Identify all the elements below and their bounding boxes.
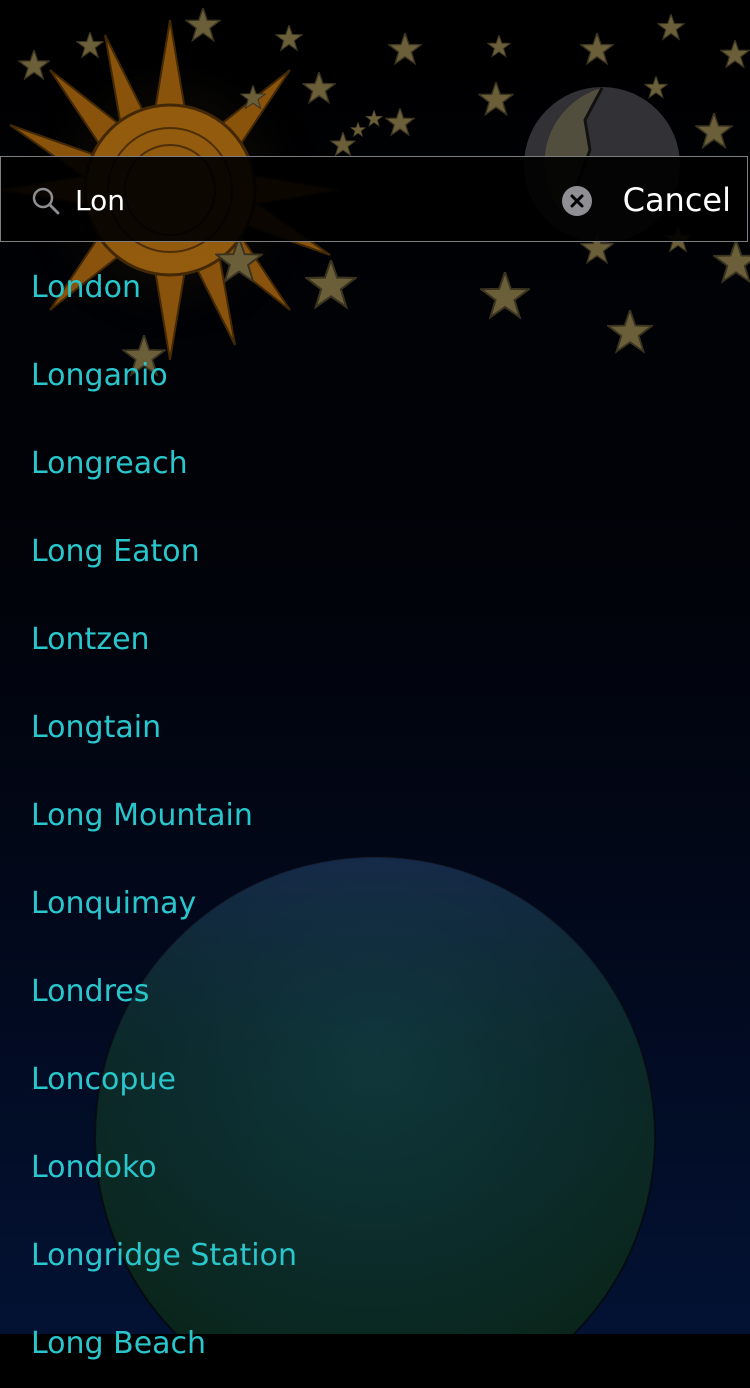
magnifier-icon — [31, 186, 61, 216]
search-results-list: London Longanio Longreach Long Eaton Lon… — [0, 244, 750, 1388]
list-item[interactable]: Longtain — [0, 684, 750, 772]
list-item[interactable]: Lontzen — [0, 596, 750, 684]
list-item[interactable]: Lonquimay — [0, 860, 750, 948]
list-item[interactable]: Loncopue — [0, 1036, 750, 1124]
search-input[interactable] — [75, 175, 545, 225]
list-item[interactable]: Longridge Station — [0, 1212, 750, 1300]
search-bar: Cancel — [0, 156, 748, 242]
list-item[interactable]: Longanio — [0, 332, 750, 420]
list-item[interactable]: Londres — [0, 948, 750, 1036]
list-item[interactable]: Long Beach — [0, 1300, 750, 1388]
list-item[interactable]: Londoko — [0, 1124, 750, 1212]
list-item[interactable]: London — [0, 244, 750, 332]
cancel-button[interactable]: Cancel — [623, 177, 731, 223]
list-item[interactable]: Longreach — [0, 420, 750, 508]
clear-circle-x-icon[interactable] — [562, 186, 592, 216]
list-item[interactable]: Long Mountain — [0, 772, 750, 860]
list-item[interactable]: Long Eaton — [0, 508, 750, 596]
